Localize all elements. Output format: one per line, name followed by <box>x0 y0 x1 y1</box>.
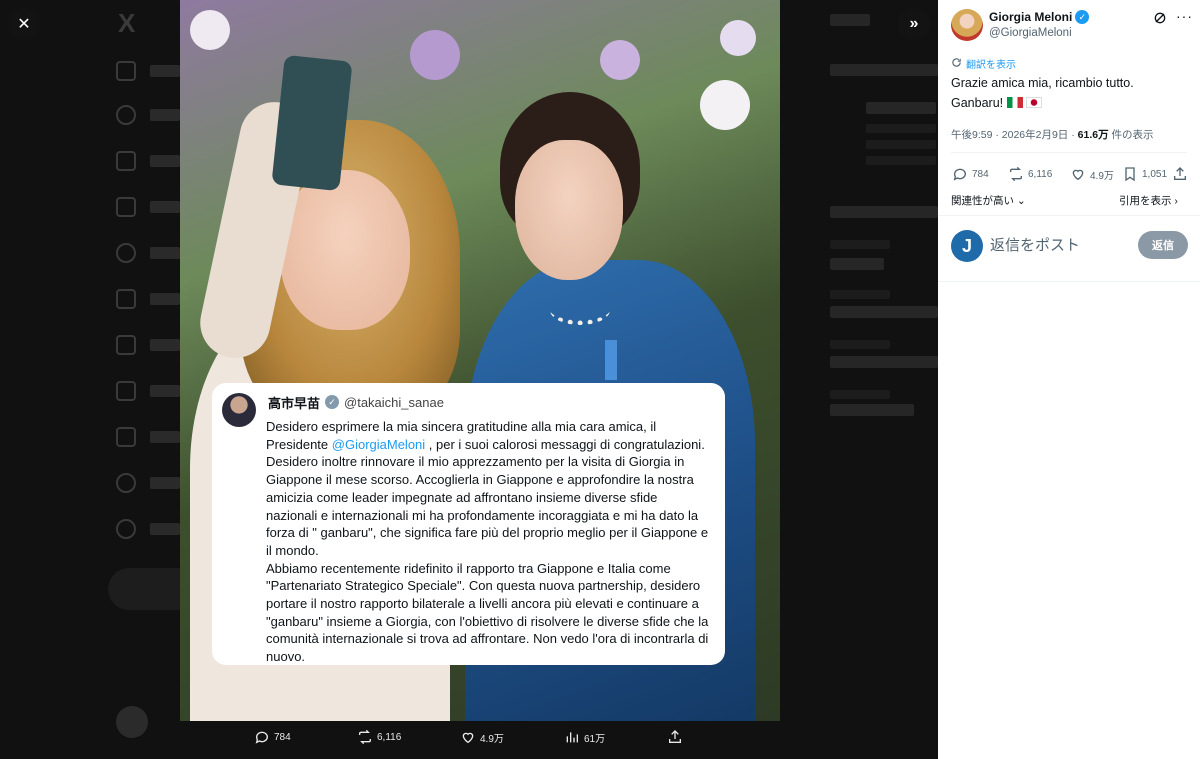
photo-person-right-face <box>515 140 623 280</box>
chevron-right-icon: › <box>1174 195 1178 207</box>
media-action-bar: 784 6,116 4.9万 61万 <box>0 729 938 753</box>
close-button[interactable]: ✕ <box>8 8 40 40</box>
views-chart-icon <box>564 729 580 745</box>
quote-author-handle: @takaichi_sanae <box>344 394 444 410</box>
reply-icon <box>952 166 968 182</box>
x-logo-icon: X <box>118 8 136 38</box>
reply-icon <box>254 729 270 745</box>
reply-button[interactable]: 784 <box>952 166 989 182</box>
view-quotes-label: 引用を表示 <box>1119 195 1172 207</box>
translate-label: 翻訳を表示 <box>966 60 1016 71</box>
like-button[interactable]: 4.9万 <box>1070 166 1114 182</box>
bg-nav-item <box>116 516 186 542</box>
quote-author-row: 高市早苗 ✓ @takaichi_sanae <box>268 393 711 411</box>
bg-nav-item <box>116 58 186 84</box>
quoted-post-card: 高市早苗 ✓ @takaichi_sanae Desidero esprimer… <box>212 383 725 665</box>
repost-count: 6,116 <box>1028 168 1053 180</box>
media-like-count: 4.9万 <box>480 733 504 745</box>
media-views-count: 61万 <box>584 733 606 745</box>
bg-post-button <box>108 568 180 610</box>
view-quotes-link[interactable]: 引用を表示 › <box>1119 193 1178 208</box>
post-detail-panel: Giorgia Meloni ✓ @GiorgiaMeloni ··· 翻訳を表… <box>938 0 1200 759</box>
divider <box>938 215 1200 216</box>
background-nav: X <box>110 0 180 759</box>
like-count: 4.9万 <box>1090 170 1114 182</box>
photo-necklace <box>550 295 610 325</box>
photo-phone <box>271 54 353 192</box>
quote-text-part: , per i suoi calorosi messaggi di congra… <box>266 436 709 665</box>
repost-icon <box>357 729 373 745</box>
photo-person-left-face <box>280 170 410 330</box>
heart-icon <box>1070 166 1086 182</box>
translate-icon <box>951 57 962 71</box>
translate-link[interactable]: 翻訳を表示 <box>951 56 1016 71</box>
reply-submit-button[interactable]: 返信 <box>1138 231 1188 259</box>
bookmark-count: 1,051 <box>1142 168 1168 180</box>
current-user-avatar: J <box>951 230 983 262</box>
reply-sort-label: 関連性が高い <box>951 195 1014 207</box>
quote-author-avatar <box>222 393 256 427</box>
close-icon: ✕ <box>17 16 31 33</box>
share-icon <box>667 729 683 745</box>
media-share-button[interactable] <box>667 729 683 745</box>
post-text: Grazie amica mia, ricambio tutto. Ganbar… <box>951 73 1191 113</box>
chevron-down-icon: ⌄ <box>1016 195 1026 207</box>
share-button[interactable] <box>1172 166 1188 182</box>
author-handle[interactable]: @GiorgiaMeloni <box>989 27 1072 39</box>
bookmark-icon <box>1122 166 1138 182</box>
bg-nav-item <box>116 378 186 404</box>
bg-nav-item <box>116 102 186 128</box>
repost-icon <box>1008 166 1024 182</box>
more-options-icon[interactable]: ··· <box>1176 8 1193 24</box>
media-reply-count: 784 <box>274 731 291 743</box>
post-meta: 午後9:59 · 2026年2月9日 · 61.6万 件の表示 <box>951 127 1154 142</box>
post-timestamp[interactable]: 午後9:59 · 2026年2月9日 · <box>951 129 1078 141</box>
verified-badge-icon: ✓ <box>1075 10 1090 24</box>
expand-panel-button[interactable]: » <box>898 8 930 40</box>
post-text-body: Grazie amica mia, ricambio tutto. Ganbar… <box>951 76 1134 110</box>
media-like-button[interactable]: 4.9万 <box>460 729 504 745</box>
verified-badge-icon: ✓ <box>325 395 340 409</box>
bg-nav-item <box>116 286 186 312</box>
bg-nav-item <box>116 332 186 358</box>
media-repost-button[interactable]: 6,116 <box>357 729 401 745</box>
author-name: Giorgia Meloni <box>989 10 1073 24</box>
divider <box>938 281 1200 282</box>
post-view-suffix: 件の表示 <box>1108 129 1154 141</box>
post-action-bar: 784 6,116 4.9万 1,051 <box>952 166 1188 184</box>
bg-nav-item <box>116 470 186 496</box>
divider <box>951 152 1187 153</box>
bg-nav-item <box>116 240 186 266</box>
repost-button[interactable]: 6,116 <box>1008 166 1052 182</box>
reply-count: 784 <box>972 168 989 180</box>
share-icon <box>1172 166 1188 182</box>
current-user-avatar-letter: J <box>961 235 972 256</box>
quote-text: Desidero esprimere la mia sincera gratit… <box>266 418 711 666</box>
media-reply-button[interactable]: 784 <box>254 729 291 745</box>
media-repost-count: 6,116 <box>377 731 402 743</box>
author-avatar[interactable] <box>951 9 983 41</box>
bg-nav-item <box>116 194 186 220</box>
chevrons-right-icon: » <box>909 15 919 32</box>
heart-icon <box>460 729 476 745</box>
media-views-button[interactable]: 61万 <box>564 729 605 745</box>
grok-icon[interactable] <box>1152 10 1168 26</box>
quote-author-name: 高市早苗 <box>268 395 321 411</box>
bg-nav-item <box>116 424 186 450</box>
quote-mention: @GiorgiaMeloni <box>331 436 426 452</box>
japan-flag-icon <box>1026 97 1043 108</box>
photo-ribbon <box>605 340 617 380</box>
background-right-column <box>780 0 938 759</box>
bg-nav-item <box>116 148 186 174</box>
italy-flag-icon <box>1007 97 1024 108</box>
bookmark-button[interactable]: 1,051 <box>1122 166 1167 182</box>
author-name-row[interactable]: Giorgia Meloni ✓ <box>989 10 1090 24</box>
post-view-count: 61.6万 <box>1077 129 1109 141</box>
reply-sort-dropdown[interactable]: 関連性が高い ⌄ <box>951 193 1026 208</box>
reply-input[interactable]: 返信をポスト <box>990 234 1080 255</box>
